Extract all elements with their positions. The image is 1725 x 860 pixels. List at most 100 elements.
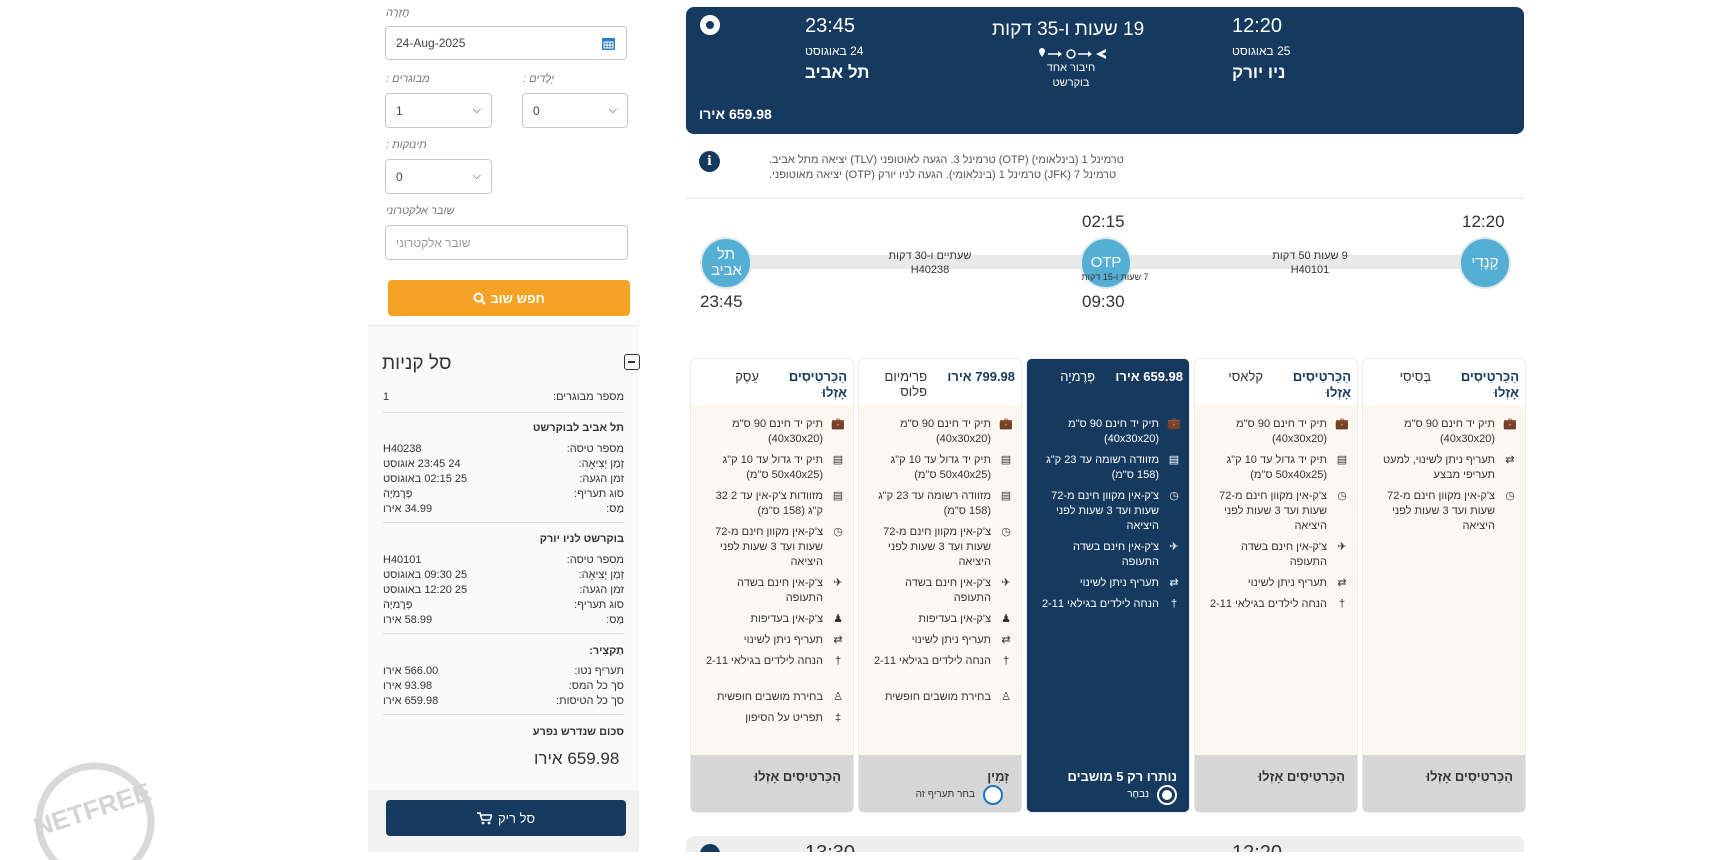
fare-feature-text: צ'ק-אין מקוון חינם מ-72 שעות ועד 3 שעות …	[715, 526, 823, 568]
stop-departure-time: 09:30	[1082, 292, 1125, 311]
leg2-tax-row: מַס: 58.99 אירו	[383, 614, 624, 626]
return-date-input[interactable]: 24-Aug-2025	[385, 26, 627, 60]
plane-icon: ✈	[1337, 541, 1347, 553]
fare-feature: ♙ בחירת מושבים חופשית	[867, 690, 1013, 705]
voucher-label: שובר אלקטרוני	[386, 205, 455, 217]
netfree-watermark-icon: NETFREE	[30, 762, 155, 860]
fare-feature-text: צ'ק-אין חינם בשדה התעופה	[737, 577, 823, 604]
fare-card-footer: נותרו רק 5 מושבים נִבחָר	[1027, 755, 1189, 812]
flights-total-row: סך כל הטיסות: 659.98 אירו	[383, 695, 624, 707]
fare-feature-text: צ'ק-אין מקוון חינם מ-72 שעות ועד 3 שעות …	[1387, 490, 1495, 532]
seat-icon: ♙	[1001, 691, 1011, 703]
luggage-icon: ▤	[1336, 454, 1348, 466]
fare-select-radio[interactable]	[983, 785, 1003, 805]
leg1-title: תל אביב לבוקרשט	[532, 422, 624, 434]
leg2-flight-label: מספר טיסה:	[566, 554, 624, 566]
fare-feature-text: מזוודה רשומה עד 23 ק"ג (158 ס"מ)	[878, 490, 991, 517]
fare-name: פרימיום פלוס	[884, 369, 928, 399]
fare-feature: ◷ צ'ק-אין מקוון חינם מ-72 שעות ועד 3 שעות…	[699, 525, 845, 570]
voucher-input[interactable]: שובר אלקטרוני	[385, 225, 628, 260]
leg1-dep-row: זְמַן יְצִיאָה: 24 23:45 אוגוסט	[383, 458, 624, 470]
leg1-fare-label: סוג תעריף:	[574, 488, 624, 500]
fare-feature: 💼 תיק יד חינם 90 ס"מ (40x30x20)	[1203, 417, 1349, 447]
next-flight-radio[interactable]	[700, 844, 720, 852]
chevron-down-icon: ⌵	[472, 104, 481, 116]
leg2-fare-value: פְּרֶמיָה	[383, 599, 413, 611]
fare-feature-text: צ'ק-אין מקוון חינם מ-72 שעות ועד 3 שעות …	[883, 526, 991, 568]
leg2-fare-label: סוג תעריף:	[574, 599, 624, 611]
return-date-value: 24-Aug-2025	[396, 36, 466, 50]
adults-select[interactable]: 1 ⌵	[385, 93, 492, 128]
search-again-label: חפש שוב	[490, 290, 545, 306]
flight-summary-card[interactable]: 23:45 24 באוגוסט תל אביב 19 שעות ו-35 דק…	[686, 7, 1524, 134]
fare-price: הַכַּרטִיסִים אָזְלוּ	[788, 369, 847, 400]
empty-cart-label: סל ריק	[497, 810, 535, 826]
fare-feature: ✈ צ'ק-אין חינם בשדה התעופה	[1203, 540, 1349, 570]
fare-feature: ◷ צ'ק-אין מקוון חינם מ-72 שעות ועד 3 שעות…	[1035, 489, 1181, 534]
infants-select[interactable]: 0 ⌵	[385, 159, 492, 194]
search-again-button[interactable]: חפש שוב	[388, 280, 630, 316]
children-label: יְלָדִים :	[523, 73, 554, 85]
fare-feature-text: הנחה לילדים בגילאי 2-11	[1209, 598, 1327, 610]
flight-price: 659.98 אירו	[699, 106, 772, 122]
empty-cart-button[interactable]: סל ריק	[386, 800, 626, 836]
plane-icon: ✈	[833, 577, 843, 589]
exchange-icon: ⇄	[833, 634, 843, 646]
fare-feature: ✈ צ'ק-אין חינם בשדה התעופה	[699, 576, 845, 606]
flight-select-radio[interactable]	[700, 15, 720, 35]
fare-card[interactable]: קלאסי הַכַּרטִיסִים אָזְלוּ 💼 תיק יד חינם 9…	[1194, 358, 1358, 813]
tax-total-row: סך כל המס: 93.98 אירו	[383, 680, 624, 692]
fare-availability: הַכַּרטִיסִים אָזְלוּ	[1258, 769, 1345, 784]
child-icon: †	[1170, 598, 1178, 610]
collapse-icon[interactable]	[624, 354, 640, 370]
fare-feature: ▤ מזוודה רשומה עד 23 ק"ג (158 ס"מ)	[1035, 453, 1181, 483]
next-dep-time: 13:30	[805, 842, 855, 852]
passengers-label: מספר מבוגרים:	[553, 391, 624, 403]
fare-card[interactable]: עֵסֶק הַכַּרטִיסִים אָזְלוּ 💼 תיק יד חינם 9…	[690, 358, 854, 813]
fare-feature-text: הנחה לילדים בגילאי 2-11	[705, 655, 823, 667]
fare-feature: † הנחה לילדים בגילאי 2-11	[699, 654, 845, 669]
arr-date: 25 באוגוסט	[1232, 44, 1291, 58]
fare-feature-text: צ'ק-אין חינם בשדה התעופה	[905, 577, 991, 604]
next-arr-time: 12:20	[1232, 842, 1282, 852]
luggage-icon: ▤	[832, 490, 844, 502]
fare-feature: † הנחה לילדים בגילאי 2-11	[1203, 597, 1349, 612]
fare-radio-label: בחר תעריף זה	[915, 789, 975, 800]
fare-availability: הַכַּרטִיסִים אָזְלוּ	[754, 769, 841, 784]
leg2-dep-row: זְמַן יְצִיאָה: 25 09:30 באוגוסט	[383, 569, 624, 581]
fare-feature: ⇄ תעריף ניתן לשינוי	[1203, 576, 1349, 591]
exchange-icon: ⇄	[1337, 577, 1347, 589]
children-select[interactable]: 0 ⌵	[522, 93, 628, 128]
exchange-icon: ⇄	[1169, 577, 1179, 589]
info-icon: i	[699, 151, 720, 172]
fare-price: הַכַּרטִיסִים אָזְלוּ	[1292, 369, 1351, 400]
fare-feature-text: תעריף ניתן לשינוי	[1247, 577, 1327, 589]
menu-icon: ‡	[834, 712, 842, 724]
fare-feature: † הנחה לילדים בגילאי 2-11	[867, 654, 1013, 669]
fare-name: קלאסי	[1228, 369, 1263, 384]
fare-card-footer: זָמִין בחר תעריף זה	[859, 755, 1021, 812]
fare-feature: ▤ תיק יד גדול עד 10 ק"ג (50x40x25 ס"מ)	[1203, 453, 1349, 483]
fare-availability: זָמִין	[987, 769, 1009, 784]
calendar-icon[interactable]	[601, 36, 616, 51]
fare-card-header: בְּסִיסִי הַכַּרטִיסִים אָזְלוּ	[1363, 359, 1525, 405]
next-flight-card[interactable]: 13:30 12:20	[686, 836, 1524, 852]
bag-icon: 💼	[831, 418, 845, 430]
fare-selected-radio[interactable]	[1157, 785, 1177, 805]
fare-feature-text: מזוודות צ'ק-אין עד 2 32 ק"ג (158 ס"מ)	[715, 490, 823, 517]
fare-card[interactable]: בְּסִיסִי הַכַּרטִיסִים אָזְלוּ 💼 תיק יד חי…	[1362, 358, 1526, 813]
leg2-dep-value: 25 09:30 באוגוסט	[383, 569, 468, 581]
fare-feature: ⇄ תעריף ניתן לשינוי, למעט תעריפי מבצע	[1371, 453, 1517, 483]
tax-total-value: 93.98 אירו	[383, 680, 433, 692]
fare-feature-text: צ'ק-אין מקוון חינם מ-72 שעות ועד 3 שעות …	[1219, 490, 1327, 532]
summary-title: תַקצִיר:	[589, 645, 624, 657]
fare-card[interactable]: פרימיום פלוס 799.98 אירו 💼 תיק יד חינם 90 ס…	[858, 358, 1022, 813]
fare-card[interactable]: פְּרֶמיָה 659.98 אירו 💼 תיק יד חינם 90 ס"מ …	[1026, 358, 1190, 813]
leg2-flight-row: מספר טיסה: H40101	[383, 554, 624, 566]
exchange-icon: ⇄	[1505, 454, 1515, 466]
priority-icon: ♟	[833, 613, 843, 625]
bag-icon: 💼	[999, 418, 1013, 430]
fare-feature: ▤ תיק יד גדול עד 10 ק"ג (50x40x25 ס"מ)	[699, 453, 845, 483]
fare-feature-text: צ'ק-אין חינם בשדה התעופה	[1241, 541, 1327, 568]
adults-value: 1	[396, 103, 403, 118]
